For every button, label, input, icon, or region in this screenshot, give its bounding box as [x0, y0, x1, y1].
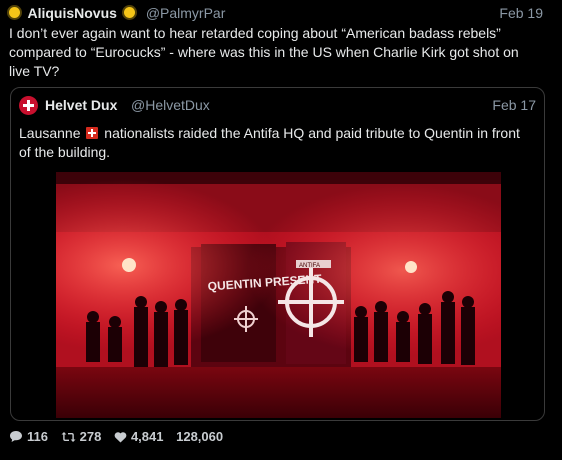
reply-icon: [10, 431, 22, 443]
post-date[interactable]: Feb 19: [499, 5, 543, 21]
like-icon: [114, 432, 127, 443]
swiss-flag-icon: [86, 127, 99, 139]
quoted-text-part-1: Lausanne: [19, 125, 81, 141]
reply-button[interactable]: 116: [9, 429, 48, 444]
sign-text: ANTIFA: [299, 263, 320, 269]
quoted-author-name[interactable]: Helvet Dux: [45, 97, 117, 113]
repost-button[interactable]: 278: [61, 429, 102, 445]
sun-emoji-icon: [9, 7, 20, 19]
avatar[interactable]: [19, 96, 38, 115]
repost-count: 278: [79, 429, 102, 445]
quoted-post-date[interactable]: Feb 17: [492, 97, 536, 113]
engagement-bar: 116 278 4,841 128,060: [9, 428, 232, 448]
author-handle[interactable]: @PalmyrPar: [146, 5, 226, 21]
post-header: AliquisNovus @PalmyrPar Feb 19: [9, 4, 548, 24]
quoted-post-image[interactable]: QUENTIN PRESENT ANTIFA: [56, 172, 501, 418]
quoted-post-header: Helvet Dux @HelvetDux Feb 17: [19, 96, 536, 116]
like-count: 4,841: [130, 429, 164, 445]
like-button[interactable]: 4,841: [114, 429, 164, 445]
reply-count: 116: [27, 429, 48, 445]
quoted-author-handle[interactable]: @HelvetDux: [131, 97, 210, 113]
quoted-post-card[interactable]: Helvet Dux @HelvetDux Feb 17 Lausanne na…: [10, 87, 545, 421]
repost-icon: [61, 432, 76, 443]
author-name[interactable]: AliquisNovus: [27, 5, 116, 21]
sun-emoji-icon: [124, 7, 136, 19]
post-text: I don’t ever again want to hear retarded…: [9, 25, 519, 79]
view-count: 128,060: [176, 429, 224, 445]
quoted-post-text: Lausanne nationalists raided the Antifa …: [19, 124, 534, 162]
